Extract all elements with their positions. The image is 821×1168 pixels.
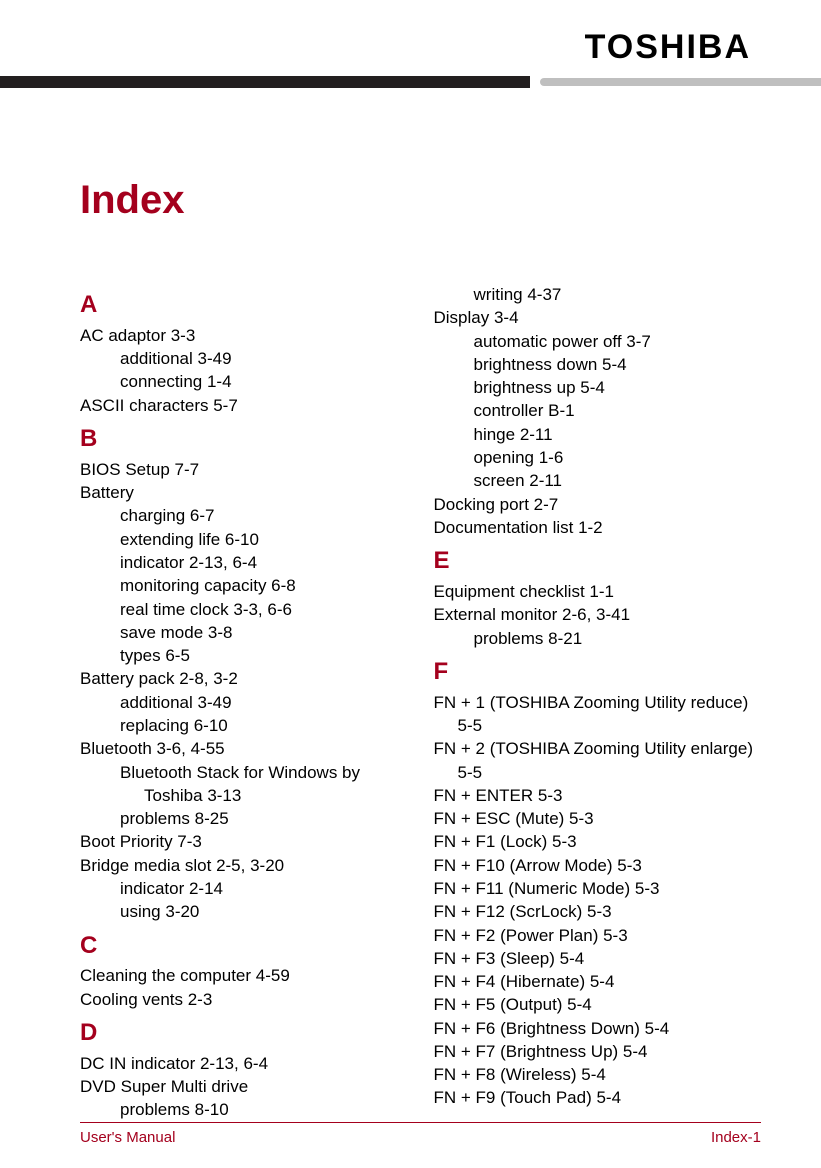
index-entry: FN + 2 (TOSHIBA Zooming Utility enlarge) <box>434 737 762 760</box>
index-columns: A AC adaptor 3-3 additional 3-49 connect… <box>80 283 761 1122</box>
index-continuation: 5-5 <box>434 714 762 737</box>
index-subentry: types 6-5 <box>80 644 408 667</box>
footer-right: Index-1 <box>711 1129 761 1150</box>
index-subentry: additional 3-49 <box>80 347 408 370</box>
index-entry: FN + ESC (Mute) 5-3 <box>434 807 762 830</box>
index-entry: Battery <box>80 481 408 504</box>
index-entry: Documentation list 1-2 <box>434 516 762 539</box>
index-subentry: Bluetooth Stack for Windows by <box>80 761 408 784</box>
index-entry: ASCII characters 5-7 <box>80 394 408 417</box>
index-entry: FN + ENTER 5-3 <box>434 784 762 807</box>
footer: User's Manual Index-1 <box>80 1122 761 1150</box>
index-entry: FN + F6 (Brightness Down) 5-4 <box>434 1017 762 1040</box>
index-subentry: replacing 6-10 <box>80 714 408 737</box>
index-subentry: connecting 1-4 <box>80 370 408 393</box>
index-subentry: indicator 2-14 <box>80 877 408 900</box>
index-subentry: hinge 2-11 <box>434 423 762 446</box>
page-title: Index <box>80 178 761 223</box>
content-area: Index A AC adaptor 3-3 additional 3-49 c… <box>80 178 761 1088</box>
index-subentry: problems 8-25 <box>80 807 408 830</box>
index-subentry: real time clock 3-3, 6-6 <box>80 598 408 621</box>
right-column: writing 4-37 Display 3-4 automatic power… <box>434 283 762 1122</box>
index-entry: External monitor 2-6, 3-41 <box>434 603 762 626</box>
index-entry: FN + F11 (Numeric Mode) 5-3 <box>434 877 762 900</box>
index-subentry: brightness down 5-4 <box>434 353 762 376</box>
index-entry: FN + F9 (Touch Pad) 5-4 <box>434 1086 762 1109</box>
index-entry: DC IN indicator 2-13, 6-4 <box>80 1052 408 1075</box>
index-entry: Docking port 2-7 <box>434 493 762 516</box>
index-subentry: indicator 2-13, 6-4 <box>80 551 408 574</box>
index-entry: Battery pack 2-8, 3-2 <box>80 667 408 690</box>
index-entry: FN + F8 (Wireless) 5-4 <box>434 1063 762 1086</box>
index-entry: FN + F5 (Output) 5-4 <box>434 993 762 1016</box>
index-entry: FN + 1 (TOSHIBA Zooming Utility reduce) <box>434 691 762 714</box>
index-entry: FN + F3 (Sleep) 5-4 <box>434 947 762 970</box>
section-letter-f: F <box>434 656 762 689</box>
index-subentry: brightness up 5-4 <box>434 376 762 399</box>
index-entry: FN + F2 (Power Plan) 5-3 <box>434 924 762 947</box>
index-subentry: opening 1-6 <box>434 446 762 469</box>
section-letter-c: C <box>80 930 408 963</box>
index-subentry: screen 2-11 <box>434 469 762 492</box>
index-entry: FN + F12 (ScrLock) 5-3 <box>434 900 762 923</box>
index-subentry: monitoring capacity 6-8 <box>80 574 408 597</box>
header-bar-dark <box>0 76 530 88</box>
index-continuation: 5-5 <box>434 761 762 784</box>
index-entry: Cooling vents 2-3 <box>80 988 408 1011</box>
page: { "brand": "TOSHIBA", "title": "Index", … <box>0 0 821 1168</box>
index-entry: Bridge media slot 2-5, 3-20 <box>80 854 408 877</box>
index-sub2entry: Toshiba 3-13 <box>80 784 408 807</box>
footer-left: User's Manual <box>80 1129 175 1150</box>
index-subentry: controller B-1 <box>434 399 762 422</box>
left-column: A AC adaptor 3-3 additional 3-49 connect… <box>80 283 408 1122</box>
index-entry: FN + F1 (Lock) 5-3 <box>434 830 762 853</box>
index-entry: DVD Super Multi drive <box>80 1075 408 1098</box>
index-subentry: problems 8-10 <box>80 1098 408 1121</box>
index-entry: FN + F10 (Arrow Mode) 5-3 <box>434 854 762 877</box>
index-entry: BIOS Setup 7-7 <box>80 458 408 481</box>
section-letter-a: A <box>80 289 408 322</box>
index-entry: Display 3-4 <box>434 306 762 329</box>
section-letter-b: B <box>80 423 408 456</box>
section-letter-d: D <box>80 1017 408 1050</box>
index-entry: Boot Priority 7-3 <box>80 830 408 853</box>
index-subentry: automatic power off 3-7 <box>434 330 762 353</box>
index-subentry: extending life 6-10 <box>80 528 408 551</box>
index-entry: AC adaptor 3-3 <box>80 324 408 347</box>
index-subentry: save mode 3-8 <box>80 621 408 644</box>
section-letter-e: E <box>434 545 762 578</box>
index-subentry: writing 4-37 <box>434 283 762 306</box>
index-subentry: problems 8-21 <box>434 627 762 650</box>
index-entry: FN + F7 (Brightness Up) 5-4 <box>434 1040 762 1063</box>
index-entry: FN + F4 (Hibernate) 5-4 <box>434 970 762 993</box>
index-subentry: additional 3-49 <box>80 691 408 714</box>
index-subentry: using 3-20 <box>80 900 408 923</box>
header-bar-light <box>540 78 821 86</box>
index-subentry: charging 6-7 <box>80 504 408 527</box>
index-entry: Cleaning the computer 4-59 <box>80 964 408 987</box>
brand-logo: TOSHIBA <box>585 28 751 67</box>
index-entry: Bluetooth 3-6, 4-55 <box>80 737 408 760</box>
index-entry: Equipment checklist 1-1 <box>434 580 762 603</box>
